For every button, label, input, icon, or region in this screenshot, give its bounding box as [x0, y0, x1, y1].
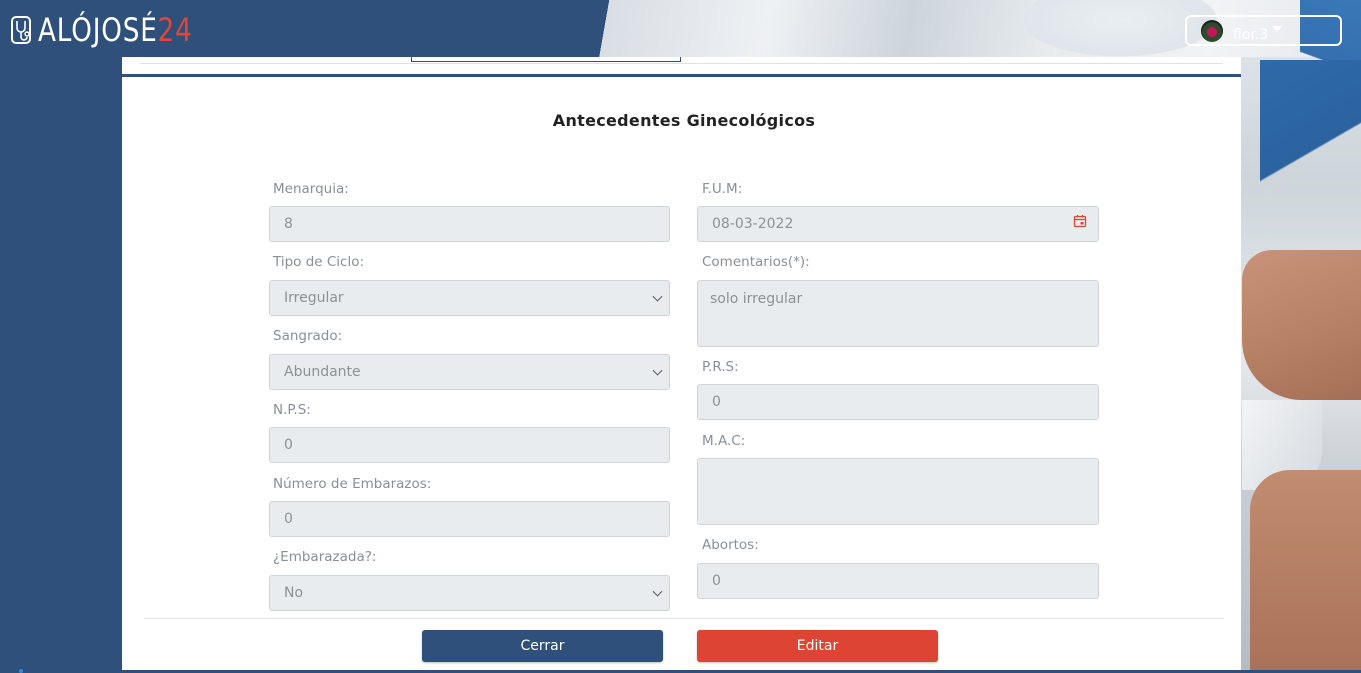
- embarazada-select[interactable]: No: [269, 575, 670, 611]
- edit-button[interactable]: Editar: [697, 630, 938, 662]
- close-button[interactable]: Cerrar: [422, 630, 663, 662]
- sangrado-select[interactable]: Abundante: [269, 354, 670, 390]
- abortos-value: 0: [712, 573, 721, 589]
- mac-textarea[interactable]: [697, 458, 1099, 525]
- comentarios-label: Comentarios(*):: [702, 254, 810, 270]
- divider: [140, 63, 1223, 64]
- form-card: Antecedentes Ginecológicos Menarquia: 8 …: [122, 57, 1241, 670]
- mac-label: M.A.C:: [702, 433, 746, 449]
- prs-value: 0: [712, 394, 721, 410]
- background-hand: [1250, 470, 1361, 670]
- nps-input[interactable]: 0: [269, 427, 670, 463]
- stethoscope-icon: [11, 16, 31, 44]
- abortos-input[interactable]: 0: [697, 563, 1099, 599]
- logo-text-main: ALÓJOSÉ: [38, 11, 158, 49]
- sangrado-value: Abundante: [284, 364, 361, 380]
- chevron-down-icon: [652, 586, 663, 597]
- active-tab-border: [411, 57, 681, 62]
- tipo-ciclo-label: Tipo de Ciclo:: [273, 254, 365, 270]
- user-menu-dropdown[interactable]: flor.3: [1185, 15, 1342, 46]
- comentarios-textarea[interactable]: solo irregular: [697, 280, 1099, 347]
- background-arm: [1242, 250, 1361, 400]
- app-logo[interactable]: ALÓJOSÉ24: [10, 10, 227, 50]
- logo-text-number: 24: [157, 11, 193, 49]
- calendar-icon[interactable]: [1073, 214, 1087, 228]
- chevron-down-icon: [652, 291, 663, 302]
- embarazada-value: No: [284, 585, 304, 601]
- tipo-ciclo-select[interactable]: Irregular: [269, 280, 670, 316]
- sangrado-label: Sangrado:: [273, 328, 343, 344]
- num-embarazos-label: Número de Embarazos:: [273, 476, 432, 492]
- num-embarazos-input[interactable]: 0: [269, 501, 670, 537]
- menarquia-label: Menarquia:: [273, 181, 349, 197]
- prs-label: P.R.S:: [702, 359, 739, 375]
- user-name: flor.3: [1233, 26, 1269, 43]
- section-rule: [122, 74, 1241, 77]
- fum-value: 08-03-2022: [712, 216, 794, 232]
- sidebar: [0, 57, 122, 673]
- comentarios-value: solo irregular: [710, 291, 803, 307]
- logo-text: ALÓJOSÉ24: [38, 12, 193, 48]
- section-title: Antecedentes Ginecológicos: [552, 111, 816, 130]
- nps-label: N.P.S:: [273, 402, 311, 418]
- background-scrubs-lower: [1260, 60, 1361, 220]
- abortos-label: Abortos:: [702, 537, 759, 553]
- embarazada-label: ¿Embarazada?:: [273, 549, 377, 565]
- chevron-down-icon: [652, 365, 663, 376]
- footer-divider: [144, 618, 1224, 619]
- prs-input[interactable]: 0: [697, 384, 1099, 420]
- menarquia-value: 8: [284, 216, 293, 232]
- menarquia-input[interactable]: 8: [269, 206, 670, 242]
- tipo-ciclo-value: Irregular: [284, 290, 344, 306]
- fum-date-input[interactable]: 08-03-2022: [697, 206, 1099, 242]
- fum-label: F.U.M:: [702, 181, 743, 197]
- nps-value: 0: [284, 437, 293, 453]
- avatar: [1201, 19, 1223, 42]
- top-bar: ALÓJOSÉ24 flor.3: [0, 0, 1361, 57]
- num-embarazos-value: 0: [284, 511, 293, 527]
- caret-down-icon: [1272, 25, 1283, 32]
